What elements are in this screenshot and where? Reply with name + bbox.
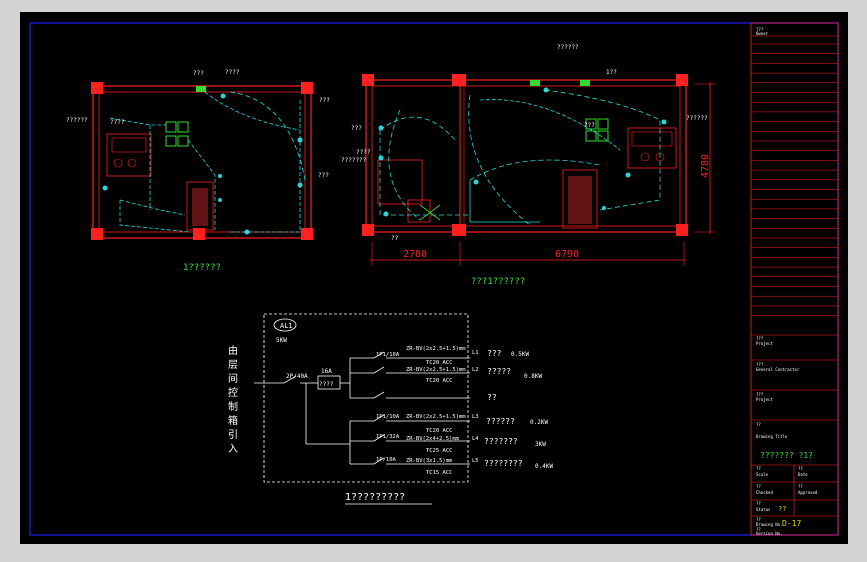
incoming-char: 箱 bbox=[228, 414, 238, 427]
tb-contractor-en: General Contractor bbox=[756, 367, 800, 372]
circuit-load-power: 0.2KW bbox=[530, 419, 548, 426]
plan-left-callout-6: ??? bbox=[318, 172, 329, 179]
circuit-load-name: ????? bbox=[487, 367, 511, 376]
circuit-id: L1 bbox=[472, 350, 479, 356]
tb-project-en: Project bbox=[756, 341, 773, 346]
tb-approved-en: Approved bbox=[798, 490, 818, 495]
incoming-char: 控 bbox=[228, 386, 238, 399]
circuit-load-name: ??????? bbox=[484, 437, 518, 446]
circuit-id: L5 bbox=[472, 458, 479, 464]
circuit-load-name: ??? bbox=[487, 349, 502, 358]
tb-approved-cn: ?? bbox=[798, 484, 803, 489]
tb-checked-en: Checked bbox=[756, 490, 773, 495]
plan-right-callout-1: ?????? bbox=[557, 44, 579, 51]
plan-left-title: 1?????? bbox=[183, 263, 221, 273]
circuit-load-power: 0.5KW bbox=[511, 351, 529, 358]
schematic-box-tag: AL1 bbox=[280, 322, 293, 330]
tb-date-cn: ?? bbox=[798, 466, 803, 471]
circuit-load-power: 0.8KW bbox=[524, 373, 542, 380]
plan-right-callout-2: 1?? bbox=[606, 69, 617, 76]
circuit-breaker: 1P1/10A bbox=[376, 414, 400, 420]
circuit-cable: ZR-BV(2x4+2.5)mm bbox=[406, 436, 460, 442]
circuit-conduit: TC15 ACC bbox=[426, 470, 453, 476]
tb-project2-en: Project bbox=[756, 397, 773, 402]
circuit-cable: ZR-BV(2x2.5+1.5)mm bbox=[406, 367, 466, 373]
circuit-breaker: 1P/10A bbox=[376, 457, 397, 463]
circuit-conduit: TC20 ACC bbox=[426, 378, 453, 384]
tb-checked-cn: ?? bbox=[756, 484, 761, 489]
circuit-load-name: ?? bbox=[487, 393, 497, 402]
tb-version-en: Version No. bbox=[756, 531, 783, 536]
tb-status-en: Status bbox=[756, 507, 771, 512]
circuit-conduit: TC20 ACC bbox=[426, 360, 453, 366]
plan-left-callout-2: ??? bbox=[193, 70, 204, 77]
plan-left-callout-3: ???? bbox=[225, 69, 240, 76]
dimension-width-left: 2780 bbox=[403, 249, 427, 260]
schematic-box-power: 5KW bbox=[276, 337, 287, 344]
tb-drawing-no-value: D-17 bbox=[782, 519, 801, 528]
circuit-load-name: ???????? bbox=[484, 459, 523, 468]
plan-right-callout-5: ??? bbox=[584, 122, 595, 129]
incoming-char: 层 bbox=[228, 359, 238, 371]
circuit-id: L4 bbox=[472, 436, 479, 442]
incoming-char: 由 bbox=[228, 344, 238, 357]
tb-owner-en: Owner bbox=[756, 31, 769, 36]
incoming-char: 入 bbox=[228, 444, 238, 455]
tb-drawing-title-cn: ?? bbox=[756, 422, 761, 427]
circuit-id: L2 bbox=[472, 367, 479, 373]
plan-left-callout-4: ?????? bbox=[66, 117, 88, 124]
circuit-load-power: 3KW bbox=[535, 441, 546, 448]
circuit-cable: ZR-BV(2x2.5+1.5)mm bbox=[406, 346, 466, 352]
circuit-conduit: TC25 ACC bbox=[426, 448, 453, 454]
plan-right-callout-6: ?????? bbox=[686, 115, 708, 122]
plan-right-title: ???1?????? bbox=[471, 277, 525, 287]
rcd-rating: 16A bbox=[321, 368, 332, 375]
incoming-char: 制 bbox=[228, 400, 238, 413]
tb-date-en: Date bbox=[798, 472, 808, 477]
circuit-breaker: 1P1/32A bbox=[376, 434, 400, 440]
dimension-height: 4780 bbox=[700, 154, 711, 178]
circuit-id: L3 bbox=[472, 414, 479, 420]
circuit-breaker: 1P1/10A bbox=[376, 352, 400, 358]
plan-right-callout-7: ?? bbox=[391, 235, 399, 242]
tb-status-value: ?? bbox=[778, 505, 786, 513]
plan-right-callout-4: ??????? bbox=[341, 157, 367, 164]
plan-left-callout-1: ???? bbox=[110, 119, 125, 126]
tb-scale-cn: ?? bbox=[756, 466, 761, 471]
cad-drawing-viewport[interactable]: ???? ??? ???? ?????? ??? ??? 1?????? 278… bbox=[0, 0, 867, 562]
rcd-label: ???? bbox=[319, 381, 334, 388]
dimension-width-right: 6790 bbox=[555, 249, 579, 260]
incoming-char: 引 bbox=[228, 429, 238, 441]
circuit-cable: ZR-BV(3x1.5)mm bbox=[406, 458, 453, 464]
tb-drawing-name: ??????? ?1? bbox=[760, 451, 813, 460]
tb-scale-en: Scale bbox=[756, 472, 769, 477]
circuit-row: ?? bbox=[487, 393, 497, 402]
circuit-conduit: TC20 ACC bbox=[426, 428, 453, 434]
tb-status-cn: ?? bbox=[756, 501, 761, 506]
circuit-load-power: 0.4KW bbox=[535, 463, 553, 470]
tb-drawing-title-en: Drawing Title bbox=[756, 434, 788, 439]
plan-right-callout-8: ???? bbox=[356, 149, 371, 156]
incoming-char: 间 bbox=[228, 372, 238, 385]
circuit-cable: ZR-BV(2x2.5+1.5)mm bbox=[406, 414, 466, 420]
circuit-load-name: ?????? bbox=[486, 417, 515, 426]
main-breaker-rating: 2P/40A bbox=[286, 373, 308, 380]
schematic-title: 1????????? bbox=[345, 492, 405, 503]
plan-right-callout-3: ??? bbox=[351, 125, 362, 132]
plan-left-callout-5: ??? bbox=[319, 97, 330, 104]
